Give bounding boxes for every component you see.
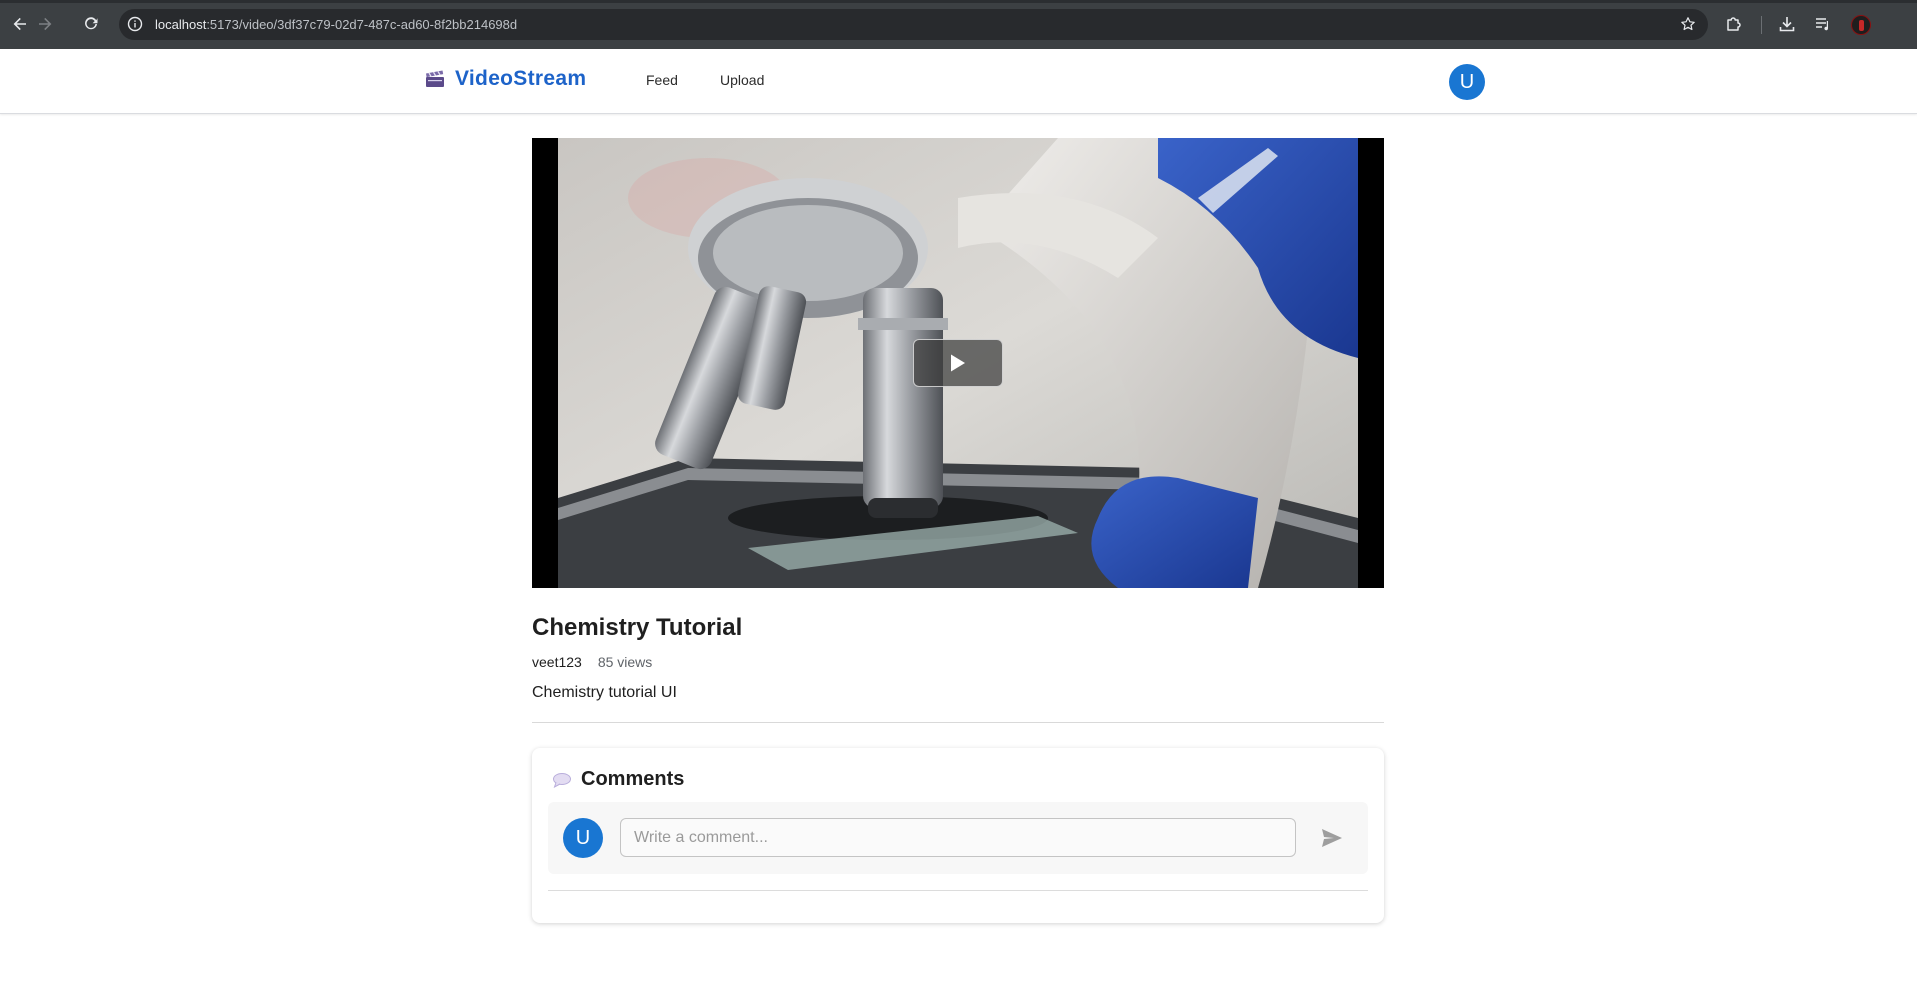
url-path: :5173/video/3df37c79-02d7-487c-ad60-8f2b… bbox=[206, 17, 518, 32]
view-count: 85 views bbox=[597, 654, 653, 670]
forward-button[interactable] bbox=[33, 12, 57, 36]
speech-bubble-icon bbox=[553, 772, 571, 788]
bookmark-star-icon[interactable] bbox=[1680, 16, 1696, 32]
video-meta: veet123 85 views bbox=[532, 654, 652, 670]
comments-title: Comments bbox=[581, 768, 685, 790]
logo-text: VideoStream bbox=[455, 67, 587, 90]
profile-avatar[interactable] bbox=[1851, 15, 1871, 35]
media-controls-button[interactable] bbox=[1813, 14, 1833, 34]
app-header: VideoStream Feed Upload U bbox=[0, 49, 1917, 114]
play-button[interactable] bbox=[913, 339, 1003, 387]
video-author[interactable]: veet123 bbox=[532, 654, 582, 670]
send-icon bbox=[1322, 829, 1342, 847]
play-icon bbox=[951, 354, 965, 372]
nav-feed-link[interactable]: Feed bbox=[646, 72, 678, 88]
clapperboard-icon bbox=[426, 70, 444, 87]
reload-button[interactable] bbox=[79, 12, 103, 36]
video-description: Chemistry tutorial UI bbox=[532, 684, 677, 701]
reload-icon bbox=[85, 17, 98, 30]
video-title: Chemistry Tutorial bbox=[532, 614, 743, 641]
comment-form: U bbox=[548, 802, 1368, 874]
extensions-button[interactable] bbox=[1724, 14, 1744, 34]
toolbar-separator bbox=[1761, 16, 1762, 34]
logo-link[interactable]: VideoStream bbox=[425, 67, 586, 91]
comments-section: Comments U bbox=[532, 748, 1384, 923]
site-info-icon[interactable] bbox=[127, 16, 143, 32]
downloads-icon bbox=[1779, 17, 1795, 32]
comments-header: Comments bbox=[552, 768, 684, 791]
section-divider bbox=[532, 722, 1384, 723]
user-avatar[interactable]: U bbox=[1449, 64, 1485, 100]
browser-toolbar: localhost:5173/video/3df37c79-02d7-487c-… bbox=[0, 0, 1917, 49]
send-comment-button[interactable] bbox=[1318, 824, 1346, 852]
extensions-icon bbox=[1727, 17, 1741, 31]
comment-input[interactable] bbox=[620, 818, 1296, 857]
forward-icon bbox=[39, 17, 52, 31]
back-button[interactable] bbox=[8, 12, 32, 36]
video-player[interactable] bbox=[532, 138, 1384, 588]
downloads-button[interactable] bbox=[1777, 14, 1797, 34]
commenter-avatar: U bbox=[563, 818, 603, 858]
url-text[interactable]: localhost:5173/video/3df37c79-02d7-487c-… bbox=[155, 17, 517, 32]
comments-list-divider bbox=[548, 890, 1368, 891]
address-bar[interactable]: localhost:5173/video/3df37c79-02d7-487c-… bbox=[119, 9, 1708, 40]
nav-upload-link[interactable]: Upload bbox=[720, 72, 764, 88]
tab-strip-edge bbox=[0, 0, 1917, 3]
url-host: localhost bbox=[155, 17, 207, 32]
media-controls-icon bbox=[1816, 18, 1828, 31]
back-icon bbox=[13, 17, 26, 31]
